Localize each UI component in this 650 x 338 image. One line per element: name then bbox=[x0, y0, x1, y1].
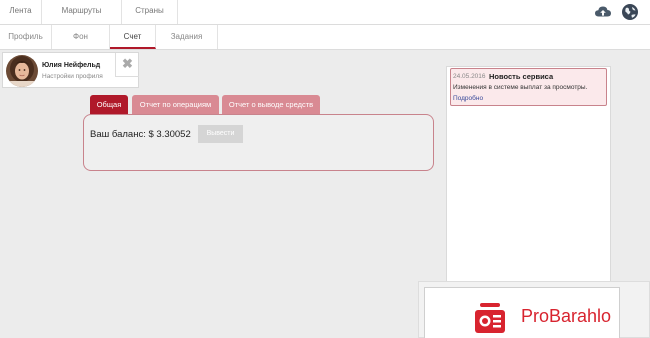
close-icon[interactable]: ✖ bbox=[115, 53, 139, 77]
tab-tasks[interactable]: Задания bbox=[156, 25, 218, 49]
balance-label: Ваш баланс: $ 3.30052 bbox=[90, 129, 191, 140]
balance-panel bbox=[83, 114, 434, 171]
globe-icon[interactable] bbox=[621, 3, 639, 21]
watermark-brand: ProBarahlo bbox=[521, 306, 612, 326]
news-title: Новость сервиса bbox=[489, 72, 554, 81]
nav-tab-routes[interactable]: Маршруты bbox=[42, 0, 122, 24]
profile-card: Юлия Нейфельд Настройки профиля ✖ bbox=[2, 52, 139, 88]
profile-settings-link[interactable]: Настройки профиля bbox=[42, 73, 103, 80]
news-date: 24.05.2016 bbox=[453, 73, 486, 80]
tab-background[interactable]: Фон bbox=[52, 25, 110, 49]
tab-profile[interactable]: Профиль bbox=[0, 25, 52, 49]
profile-name: Юлия Нейфельд bbox=[42, 62, 101, 69]
cloud-upload-icon[interactable] bbox=[594, 3, 612, 21]
watermark: ProBarahlo bbox=[418, 281, 650, 338]
nav-tab-countries[interactable]: Страны bbox=[122, 0, 178, 24]
news-more-link[interactable]: Подробно bbox=[453, 95, 483, 102]
nav-tab-feed[interactable]: Лента bbox=[0, 0, 42, 24]
tab-operations-report[interactable]: Отчет по операциям bbox=[132, 95, 219, 114]
withdraw-button[interactable]: Вывести bbox=[198, 125, 243, 143]
probarahlo-logo-icon bbox=[475, 301, 505, 333]
tab-withdrawals-report[interactable]: Отчет о выводе средств bbox=[222, 95, 320, 114]
tab-account[interactable]: Счет bbox=[110, 25, 156, 49]
tab-general[interactable]: Общая bbox=[90, 95, 128, 114]
watermark-box: ProBarahlo bbox=[424, 287, 620, 338]
avatar[interactable] bbox=[6, 55, 38, 87]
news-text: Изменения в системе выплат за просмотры. bbox=[453, 84, 588, 91]
top-nav: Лента Маршруты Страны bbox=[0, 0, 650, 25]
sub-nav: Профиль Фон Счет Задания bbox=[0, 25, 650, 50]
